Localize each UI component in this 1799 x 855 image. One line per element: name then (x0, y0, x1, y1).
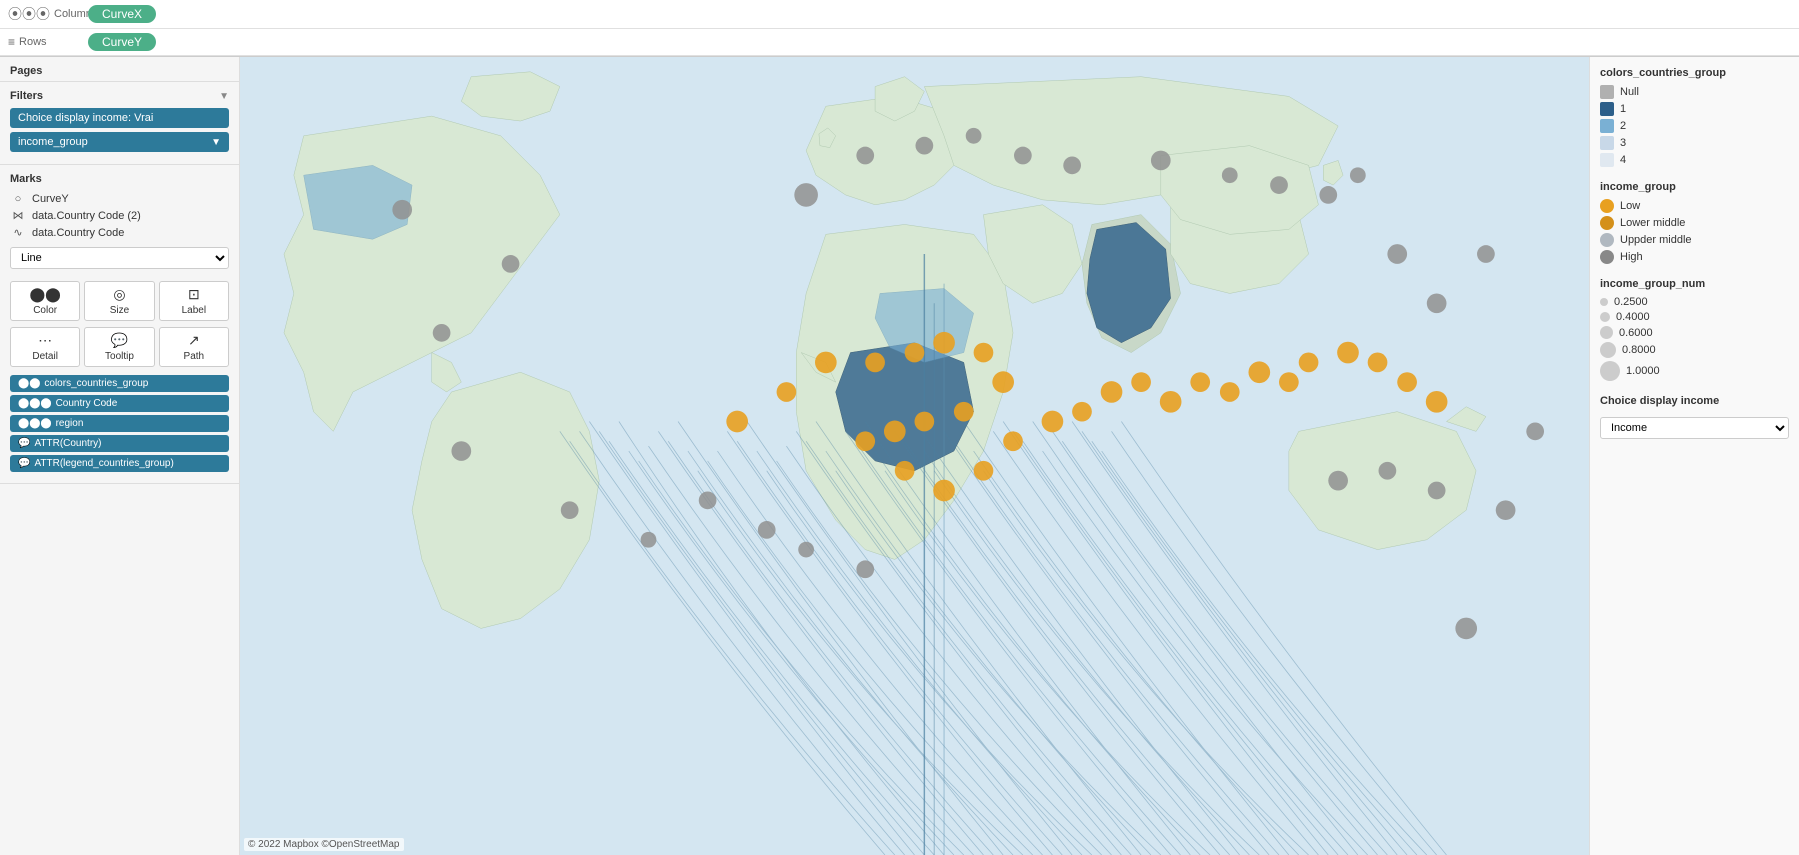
legend-choice-title: Choice display income (1600, 395, 1789, 407)
legend-num-0250: 0.2500 (1600, 296, 1789, 308)
columns-pill[interactable]: CurveX (88, 5, 156, 23)
field-region[interactable]: ⬤⬤⬤ region (10, 415, 229, 432)
marks-controls: ⬤⬤ Color ◎ Size ⊡ Label (10, 281, 229, 321)
legend-colors-section: colors_countries_group Null 1 2 3 4 (1600, 67, 1789, 167)
choice-display-income-select[interactable]: Income (1600, 417, 1789, 439)
world-map-svg (240, 57, 1589, 855)
legend-income-section: income_group Low Lower middle Uppder mid… (1600, 181, 1789, 264)
label-button[interactable]: ⊡ Label (159, 281, 229, 321)
legend-colors-title: colors_countries_group (1600, 67, 1789, 79)
legend-circle-0400 (1600, 312, 1610, 322)
detail-icon: ⋯ (38, 332, 52, 349)
legend-income-title: income_group (1600, 181, 1789, 193)
marks-title: Marks (10, 173, 229, 185)
legend-item-4: 4 (1600, 153, 1789, 167)
field-attr-country[interactable]: 💬 ATTR(Country) (10, 435, 229, 452)
field-colors-countries[interactable]: ⬤⬤ colors_countries_group (10, 375, 229, 392)
legend-num-0600: 0.6000 (1600, 326, 1789, 339)
legend-item-null: Null (1600, 85, 1789, 99)
chip-dot-icon-3: ⬤⬤⬤ (18, 418, 52, 429)
legend-income-lower-middle: Lower middle (1600, 216, 1789, 230)
filters-arrow: ▼ (219, 91, 229, 102)
rows-icon: ≡ (8, 35, 15, 49)
color-icon: ⬤⬤ (29, 286, 60, 303)
legend-num-section: income_group_num 0.2500 0.4000 0.6000 0.… (1600, 278, 1789, 381)
legend-swatch-high (1600, 250, 1614, 264)
main-area: Pages Filters ▼ Choice display income: V… (0, 57, 1799, 855)
chip-dot-icon-2: ⬤⬤⬤ (18, 398, 52, 409)
legend-item-1: 1 (1600, 102, 1789, 116)
legend-swatch-2 (1600, 119, 1614, 133)
map-copyright: © 2022 Mapbox ©OpenStreetMap (244, 838, 404, 851)
chip-bubble-icon-1: 💬 (18, 438, 30, 449)
right-panel: colors_countries_group Null 1 2 3 4 (1589, 57, 1799, 855)
rows-pill[interactable]: CurveY (88, 33, 156, 51)
path-button[interactable]: ↗ Path (159, 327, 229, 367)
label-icon: ⊡ (188, 286, 200, 303)
legend-circle-0600 (1600, 326, 1613, 339)
legend-circle-1000 (1600, 361, 1620, 381)
left-panel: Pages Filters ▼ Choice display income: V… (0, 57, 240, 855)
chip-dot-icon-1: ⬤⬤ (18, 378, 40, 389)
legend-circle-0800 (1600, 342, 1616, 358)
legend-swatch-1 (1600, 102, 1614, 116)
legend-swatch-4 (1600, 153, 1614, 167)
columns-row: ⦿⦿⦿ Columns CurveX (0, 0, 1799, 29)
field-attr-legend[interactable]: 💬 ATTR(legend_countries_group) (10, 455, 229, 472)
legend-income-upper-middle: Uppder middle (1600, 233, 1789, 247)
marks-data-country-2: ⋈ data.Country Code (2) (10, 207, 229, 224)
line-icon: ∿ (10, 226, 26, 239)
filter-chip-choice[interactable]: Choice display income: Vrai (10, 108, 229, 128)
marks-data-country: ∿ data.Country Code (10, 224, 229, 241)
legend-swatch-upper-middle (1600, 233, 1614, 247)
hierarchy-icon: ⋈ (10, 209, 26, 222)
legend-num-0400: 0.4000 (1600, 311, 1789, 323)
legend-swatch-null (1600, 85, 1614, 99)
legend-swatch-low (1600, 199, 1614, 213)
color-button[interactable]: ⬤⬤ Color (10, 281, 80, 321)
rows-label: ≡ Rows (8, 35, 88, 49)
pages-title: Pages (10, 65, 229, 77)
legend-choice-section: Choice display income Income (1600, 395, 1789, 439)
map-area[interactable]: © 2022 Mapbox ©OpenStreetMap (240, 57, 1589, 855)
filter-dropdown-income[interactable]: income_group ▼ (10, 132, 229, 152)
income-dropdown-arrow: ▼ (211, 137, 221, 148)
circle-icon: ○ (10, 193, 26, 205)
legend-circle-0250 (1600, 298, 1608, 306)
filters-section: Filters ▼ Choice display income: Vrai in… (0, 82, 239, 165)
pages-section: Pages (0, 57, 239, 82)
chip-bubble-icon-2: 💬 (18, 458, 30, 469)
tooltip-icon: 💬 (111, 332, 128, 349)
marks-controls2: ⋯ Detail 💬 Tooltip ↗ Path (10, 327, 229, 367)
legend-swatch-lower-middle (1600, 216, 1614, 230)
filters-title: Filters ▼ (10, 90, 229, 102)
columns-label: ⦿⦿⦿ Columns (8, 4, 88, 24)
legend-item-3: 3 (1600, 136, 1789, 150)
path-icon: ↗ (188, 332, 200, 349)
legend-item-2: 2 (1600, 119, 1789, 133)
tooltip-button[interactable]: 💬 Tooltip (84, 327, 154, 367)
legend-num-1000: 1.0000 (1600, 361, 1789, 381)
mark-type-select[interactable]: Line (10, 247, 229, 269)
legend-income-high: High (1600, 250, 1789, 264)
rows-row: ≡ Rows CurveY (0, 29, 1799, 56)
top-bar: ⦿⦿⦿ Columns CurveX ≡ Rows CurveY (0, 0, 1799, 57)
field-country-code[interactable]: ⬤⬤⬤ Country Code (10, 395, 229, 412)
legend-swatch-3 (1600, 136, 1614, 150)
size-button[interactable]: ◎ Size (84, 281, 154, 321)
columns-icon: ⦿⦿⦿ (8, 4, 50, 24)
legend-num-0800: 0.8000 (1600, 342, 1789, 358)
detail-button[interactable]: ⋯ Detail (10, 327, 80, 367)
legend-num-title: income_group_num (1600, 278, 1789, 290)
marks-section: Marks ○ CurveY ⋈ data.Country Code (2) ∿… (0, 165, 239, 484)
legend-income-low: Low (1600, 199, 1789, 213)
marks-curvey: ○ CurveY (10, 191, 229, 207)
size-icon: ◎ (113, 286, 125, 303)
